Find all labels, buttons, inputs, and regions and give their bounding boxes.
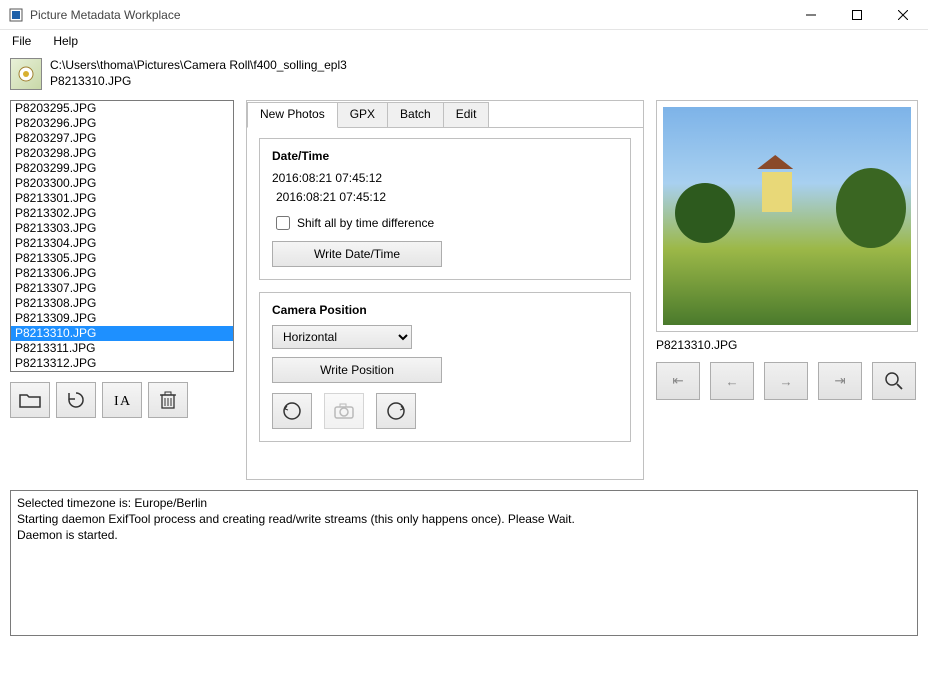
tab-new-photos[interactable]: New Photos <box>247 102 338 128</box>
orientation-select[interactable]: Horizontal <box>272 325 412 349</box>
rotate-left-button[interactable] <box>272 393 312 429</box>
menu-file[interactable]: File <box>6 32 37 50</box>
file-list-item[interactable]: P8203297.JPG <box>11 131 233 146</box>
rename-button[interactable]: IA <box>102 382 142 418</box>
svg-text:I: I <box>114 394 119 409</box>
file-list-item[interactable]: P8203298.JPG <box>11 146 233 161</box>
tab-batch[interactable]: Batch <box>388 102 444 128</box>
window-title: Picture Metadata Workplace <box>30 8 788 22</box>
zoom-button[interactable] <box>872 362 916 400</box>
titlebar: Picture Metadata Workplace <box>0 0 928 30</box>
nav-prev-button[interactable]: ← <box>710 362 754 400</box>
file-list-item[interactable]: P8213306.JPG <box>11 266 233 281</box>
file-list-item[interactable]: P8213301.JPG <box>11 191 233 206</box>
header-thumbnail <box>10 58 42 90</box>
datetime-group: Date/Time 2016:08:21 07:45:12 2016:08:21… <box>259 138 631 280</box>
shift-checkbox[interactable] <box>276 216 290 230</box>
file-list-item[interactable]: P8213308.JPG <box>11 296 233 311</box>
nav-next-button[interactable]: → <box>764 362 808 400</box>
preview-pane <box>656 100 918 332</box>
file-list-item[interactable]: P8213309.JPG <box>11 311 233 326</box>
refresh-button[interactable] <box>56 382 96 418</box>
file-list-item[interactable]: P8213302.JPG <box>11 206 233 221</box>
datetime-original: 2016:08:21 07:45:12 <box>272 171 618 185</box>
file-list-item[interactable]: P8213307.JPG <box>11 281 233 296</box>
header-filename: P8213310.JPG <box>50 74 347 90</box>
header-path: C:\Users\thoma\Pictures\Camera Roll\f400… <box>50 58 347 74</box>
file-list-item[interactable]: P8213311.JPG <box>11 341 233 356</box>
tab-bar: New PhotosGPXBatchEdit <box>247 101 643 127</box>
file-list-item[interactable]: P8213304.JPG <box>11 236 233 251</box>
datetime-editable[interactable]: 2016:08:21 07:45:12 <box>272 189 390 205</box>
shift-checkbox-row[interactable]: Shift all by time difference <box>272 213 618 233</box>
camera-button[interactable] <box>324 393 364 429</box>
file-list-item[interactable]: P8203299.JPG <box>11 161 233 176</box>
datetime-title: Date/Time <box>272 149 618 163</box>
write-datetime-button[interactable]: Write Date/Time <box>272 241 442 267</box>
file-list-item[interactable]: P8213312.JPG <box>11 356 233 371</box>
delete-button[interactable] <box>148 382 188 418</box>
tab-edit[interactable]: Edit <box>444 102 490 128</box>
log-line: Daemon is started. <box>17 527 911 543</box>
file-list-item[interactable]: P8213310.JPG <box>11 326 233 341</box>
camera-position-group: Camera Position Horizontal Write Positio… <box>259 292 631 442</box>
camera-title: Camera Position <box>272 303 618 317</box>
minimize-button[interactable] <box>788 0 834 30</box>
file-list-item[interactable]: P8203295.JPG <box>11 101 233 116</box>
rotate-right-button[interactable] <box>376 393 416 429</box>
log-line: Starting daemon ExifTool process and cre… <box>17 511 911 527</box>
menubar: File Help <box>0 30 928 52</box>
file-list-item[interactable]: P8203300.JPG <box>11 176 233 191</box>
nav-last-button[interactable]: ⇥ <box>818 362 862 400</box>
file-list-item[interactable]: P8213305.JPG <box>11 251 233 266</box>
app-icon <box>8 7 24 23</box>
file-list-item[interactable]: P8213303.JPG <box>11 221 233 236</box>
write-position-button[interactable]: Write Position <box>272 357 442 383</box>
nav-first-button[interactable]: ⇤ <box>656 362 700 400</box>
shift-label: Shift all by time difference <box>297 216 434 230</box>
menu-help[interactable]: Help <box>47 32 84 50</box>
maximize-button[interactable] <box>834 0 880 30</box>
center-panel: New PhotosGPXBatchEdit Date/Time 2016:08… <box>246 100 644 480</box>
log-line: Selected timezone is: Europe/Berlin <box>17 495 911 511</box>
log-output[interactable]: Selected timezone is: Europe/Berlin Star… <box>10 490 918 636</box>
file-list[interactable]: P8203295.JPGP8203296.JPGP8203297.JPGP820… <box>10 100 234 372</box>
preview-filename: P8213310.JPG <box>656 338 918 352</box>
close-button[interactable] <box>880 0 926 30</box>
preview-image <box>663 107 911 325</box>
svg-text:A: A <box>120 394 131 409</box>
tab-gpx[interactable]: GPX <box>338 102 388 128</box>
open-folder-button[interactable] <box>10 382 50 418</box>
path-header: C:\Users\thoma\Pictures\Camera Roll\f400… <box>0 52 928 100</box>
file-list-item[interactable]: P8203296.JPG <box>11 116 233 131</box>
